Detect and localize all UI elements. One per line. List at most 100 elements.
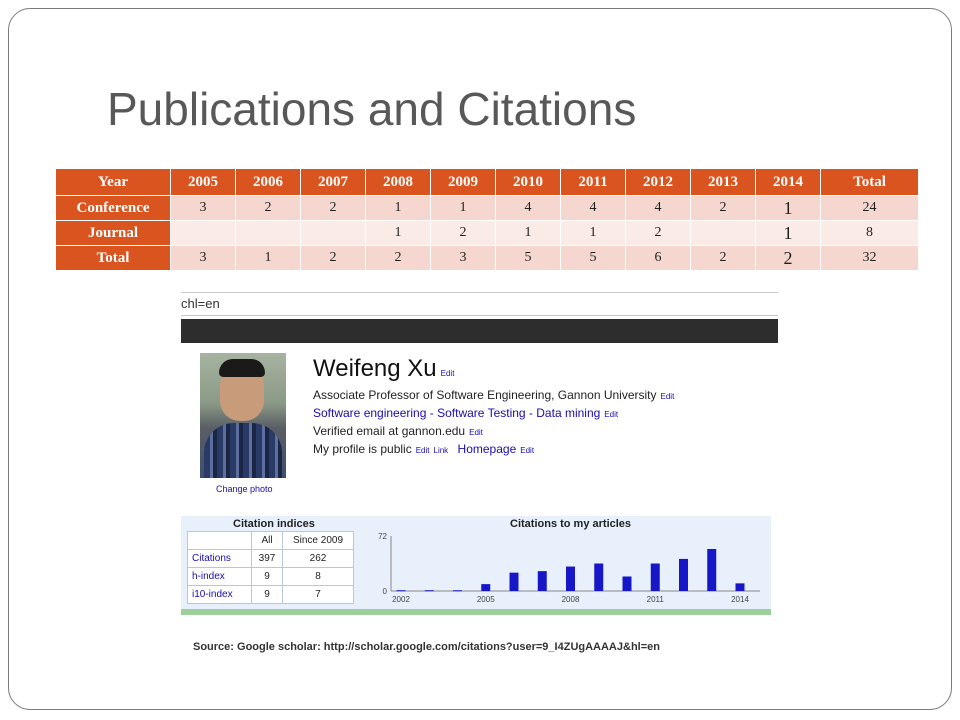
profile-name-row: Weifeng Xu Edit [313, 355, 454, 383]
citations-bar-chart: 0 72 2002 2005 2008 2011 2014 [378, 532, 760, 604]
header-cell: 2011 [560, 168, 626, 196]
chart-bar [707, 548, 717, 591]
x-tick-label: 2008 [562, 595, 580, 604]
profile-public-text: My profile is public [313, 442, 412, 456]
x-tick-label: 2011 [647, 595, 665, 604]
table-cell: 2 [235, 195, 301, 221]
table-cell: 397 [251, 549, 283, 568]
header-cell: 2009 [430, 168, 496, 196]
interest-link[interactable]: Software engineering [313, 406, 426, 420]
table-cell: 3 [170, 245, 236, 271]
edit-link[interactable]: Edit [441, 369, 455, 378]
profile-name: Weifeng Xu [313, 355, 437, 382]
table-cell: 8 [820, 220, 919, 246]
table-cell: All [251, 531, 283, 550]
email-row: Verified email at gannon.edu Edit [313, 424, 483, 438]
table-cell[interactable]: h-index [187, 567, 252, 586]
table-cell: 4 [625, 195, 691, 221]
scholar-screenshot: chl=en Change photo Weifeng Xu Edit Assoc… [181, 287, 778, 617]
table-cell[interactable]: i10-index [187, 585, 252, 604]
edit-link[interactable]: Edit [520, 446, 534, 455]
chart-bar [650, 563, 660, 591]
row-label: Total [55, 245, 171, 271]
edit-link[interactable]: Edit [469, 428, 483, 437]
chart-bar [396, 590, 406, 592]
citation-indices-title: Citation indices [233, 518, 315, 530]
chart-bar [594, 563, 604, 591]
table-cell: 1 [365, 220, 431, 246]
homepage-link[interactable]: Homepage [458, 442, 517, 456]
row-label: Conference [55, 195, 171, 221]
citation-panel-bottom-bar [181, 609, 771, 615]
link-link[interactable]: Link [434, 446, 449, 455]
citation-indices-table: All Since 2009 Citations 397 262 h-index… [187, 531, 354, 604]
url-bar: chl=en [181, 292, 778, 316]
change-photo-link[interactable]: Change photo [216, 484, 273, 494]
table-cell [690, 220, 756, 246]
edit-link[interactable]: Edit [416, 446, 430, 455]
table-cell: 9 [251, 567, 283, 586]
header-cell: 2007 [300, 168, 366, 196]
x-tick-label: 2005 [477, 595, 495, 604]
table-cell: 1 [755, 220, 821, 246]
header-cell: 2012 [625, 168, 691, 196]
table-cell: 262 [282, 549, 354, 568]
table-cell: 7 [282, 585, 354, 604]
table-cell: 4 [560, 195, 626, 221]
chart-bar [566, 566, 575, 591]
table-cell[interactable]: Citations [187, 549, 252, 568]
header-cell: 2005 [170, 168, 236, 196]
x-tick-label: 2014 [731, 595, 749, 604]
edit-link[interactable]: Edit [661, 392, 675, 401]
table-cell: 32 [820, 245, 919, 271]
interest-link[interactable]: Data mining [536, 406, 600, 420]
affiliation-row: Associate Professor of Software Engineer… [313, 388, 674, 402]
table-cell: 1 [560, 220, 626, 246]
y-tick-label: 0 [383, 587, 388, 596]
header-cell: Total [820, 168, 919, 196]
table-row: i10-index 9 7 [187, 585, 354, 604]
table-cell: 8 [282, 567, 354, 586]
table-cell: 6 [625, 245, 691, 271]
dark-toolbar [181, 319, 778, 343]
public-row: My profile is public Edit Link Homepage Edi… [313, 442, 534, 456]
table-cell: 5 [495, 245, 561, 271]
shirt-shape [204, 423, 282, 478]
interests-row: Software engineering - Software Testing … [313, 406, 618, 420]
chart-bar [424, 590, 434, 592]
table-cell: 2 [365, 245, 431, 271]
edit-link[interactable]: Edit [604, 410, 618, 419]
table-cell [235, 220, 301, 246]
chart-bar [537, 571, 547, 591]
table-row: Citations 397 262 [187, 549, 354, 568]
source-note: Source: Google scholar: http://scholar.g… [193, 641, 660, 653]
citations-chart-title: Citations to my articles [510, 518, 632, 530]
interest-link[interactable]: Software Testing [437, 406, 526, 420]
table-cell [187, 531, 252, 550]
slide-title: Publications and Citations [107, 83, 637, 135]
chart-bar [679, 558, 688, 591]
url-fragment: chl=en [181, 296, 220, 311]
table-cell: 4 [495, 195, 561, 221]
table-cell [170, 220, 236, 246]
table-cell: 2 [690, 195, 756, 221]
chart-bar [481, 584, 491, 591]
table-header-row: Year 2005 2006 2007 2008 2009 2010 2011 … [55, 168, 919, 196]
chart-bar [622, 576, 632, 591]
table-row: Total 3 1 2 2 3 5 5 6 2 2 32 [55, 245, 919, 271]
table-row: All Since 2009 [187, 531, 354, 550]
header-cell: 2010 [495, 168, 561, 196]
profile-photo [200, 353, 286, 478]
table-cell: 1 [495, 220, 561, 246]
header-cell: 2013 [690, 168, 756, 196]
table-cell: 2 [625, 220, 691, 246]
table-cell: 5 [560, 245, 626, 271]
table-row: h-index 9 8 [187, 567, 354, 586]
header-cell: 2006 [235, 168, 301, 196]
chart-bar [509, 572, 519, 591]
table-cell: 1 [235, 245, 301, 271]
table-cell: 1 [755, 195, 821, 221]
table-cell: Since 2009 [282, 531, 354, 550]
verified-email: Verified email at gannon.edu [313, 424, 466, 438]
publications-table: Year 2005 2006 2007 2008 2009 2010 2011 … [55, 168, 919, 271]
